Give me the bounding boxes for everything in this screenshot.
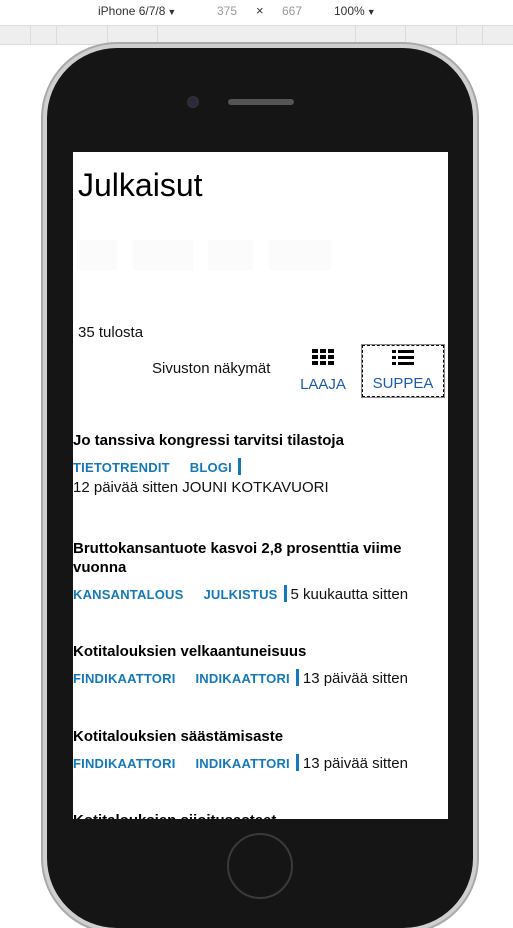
- article-date: 5 kuukautta sitten: [290, 586, 409, 603]
- article-title-link[interactable]: Bruttokansantuote kasvoi 2,8 prosenttia …: [73, 539, 448, 577]
- list-item: Kotitalouksien velkaantuneisuus FINDIKAA…: [73, 642, 448, 689]
- banner-shape: [269, 240, 331, 270]
- speaker-grille: [228, 99, 294, 105]
- ruler-tick: [56, 26, 57, 44]
- ruler-tick: [30, 26, 31, 44]
- list-item: Kotitalouksien sijoitusasteet: [73, 811, 448, 819]
- width-input[interactable]: 375: [217, 4, 237, 18]
- list-icon: [392, 350, 414, 365]
- ruler-tick: [355, 26, 356, 44]
- result-count: 35 tulosta: [78, 324, 144, 341]
- banner-shape: [133, 240, 193, 270]
- view-wide-label: LAAJA: [300, 376, 346, 393]
- ruler-tick: [456, 26, 457, 44]
- list-item: Kotitalouksien säästämisaste FINDIKAATTO…: [73, 727, 448, 774]
- banner-shape: [77, 240, 117, 270]
- view-compact-label: SUPPEA: [372, 375, 434, 392]
- article-meta: KANSANTALOUS JULKISTUS 5 kuukautta sitten: [73, 585, 448, 605]
- article-title-link[interactable]: Jo tanssiva kongressi tarvitsi tilastoja: [73, 431, 448, 450]
- separator-bar: [237, 458, 241, 475]
- ruler-tick: [405, 26, 406, 44]
- list-item: Bruttokansantuote kasvoi 2,8 prosenttia …: [73, 539, 448, 605]
- ruler-tick: [482, 26, 483, 44]
- home-button: [227, 833, 293, 899]
- separator-bar: [295, 669, 299, 686]
- article-date: 13 päivää sitten: [302, 755, 408, 772]
- view-wide-button[interactable]: LAAJA: [285, 345, 361, 397]
- device-select[interactable]: iPhone 6/7/8 ▼: [98, 4, 176, 18]
- ruler-tick: [157, 26, 158, 44]
- height-input[interactable]: 667: [282, 4, 302, 18]
- device-name: iPhone 6/7/8: [98, 4, 166, 18]
- article-title-link[interactable]: Kotitalouksien sijoitusasteet: [73, 811, 448, 819]
- chevron-down-icon: ▼: [366, 7, 376, 17]
- phone-frame: Julkaisut 35 tulosta Sivuston näkymät LA…: [47, 48, 473, 928]
- article-date: 12 päivää sitten: [73, 479, 179, 496]
- faded-banner: [73, 240, 333, 280]
- page-title: Julkaisut: [78, 167, 203, 203]
- view-compact-button[interactable]: SUPPEA: [361, 344, 445, 398]
- list-item: Jo tanssiva kongressi tarvitsi tilastoja…: [73, 431, 448, 498]
- article-date: 13 päivää sitten: [302, 670, 408, 687]
- tag-link[interactable]: INDIKAATTORI: [196, 756, 290, 771]
- article-author: JOUNI KOTKAVUORI: [182, 479, 329, 496]
- device-screen: Julkaisut 35 tulosta Sivuston näkymät LA…: [73, 152, 448, 819]
- dimension-separator: ×: [256, 3, 264, 18]
- article-title-link[interactable]: Kotitalouksien velkaantuneisuus: [73, 642, 448, 661]
- article-meta: TIETOTRENDIT BLOGI 12 päivää sitten JOUNI…: [73, 458, 448, 498]
- tag-link[interactable]: FINDIKAATTORI: [73, 756, 176, 771]
- zoom-select[interactable]: 100% ▼: [334, 4, 376, 18]
- camera-icon: [187, 96, 199, 108]
- tag-link[interactable]: TIETOTRENDIT: [73, 460, 170, 475]
- article-title-link[interactable]: Kotitalouksien säästämisaste: [73, 727, 448, 746]
- separator-bar: [283, 585, 287, 602]
- tag-link[interactable]: INDIKAATTORI: [196, 671, 290, 686]
- article-meta: FINDIKAATTORI INDIKAATTORI 13 päivää sitte…: [73, 669, 448, 689]
- article-meta: FINDIKAATTORI INDIKAATTORI 13 päivää sitte…: [73, 754, 448, 774]
- ruler-tick: [107, 26, 108, 44]
- tag-link[interactable]: KANSANTALOUS: [73, 587, 184, 602]
- zoom-value: 100%: [334, 4, 365, 18]
- tag-link[interactable]: BLOGI: [190, 460, 232, 475]
- separator-bar: [295, 754, 299, 771]
- banner-shape: [208, 240, 253, 270]
- devtools-toolbar: iPhone 6/7/8 ▼ 375 × 667 100% ▼: [0, 0, 513, 24]
- tag-link[interactable]: JULKISTUS: [204, 587, 278, 602]
- views-label: Sivuston näkymät: [152, 360, 271, 377]
- grid-icon: [312, 349, 334, 365]
- media-query-ruler: [0, 25, 513, 45]
- tag-link[interactable]: FINDIKAATTORI: [73, 671, 176, 686]
- chevron-down-icon: ▼: [167, 7, 177, 17]
